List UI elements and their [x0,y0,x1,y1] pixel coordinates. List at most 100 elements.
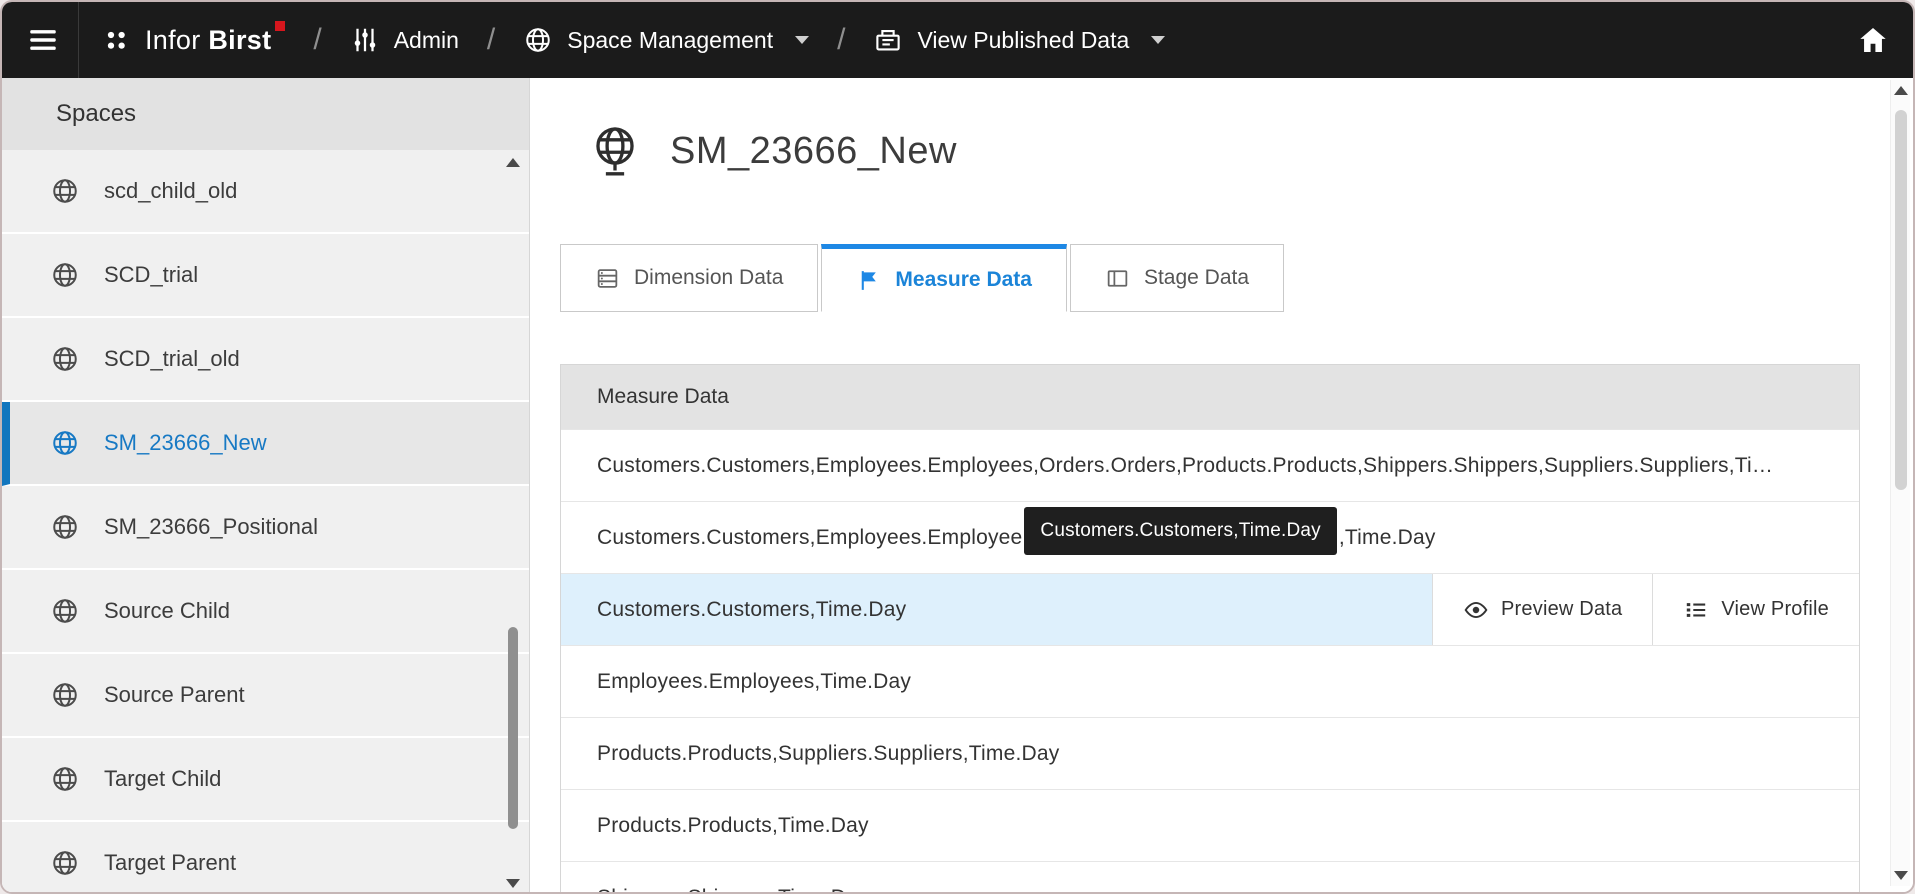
space-name: Target Parent [104,850,237,875]
globe-icon [50,680,80,710]
row-text: Products.Products,Time.Day [597,813,869,837]
sidebar-item-scd-trial-old[interactable]: SCD_trial_old [2,318,529,402]
tab-stage-data[interactable]: Stage Data [1069,244,1285,312]
breadcrumb-separator: / [313,23,322,56]
table-row[interactable]: Customers.Customers,Employees.Employee C… [561,501,1859,573]
sidebar-title: Spaces [2,78,529,150]
row-text: Customers.Customers,Time.Day [597,597,907,621]
topbar: Infor Birst / Admin / Space Management /… [2,2,1913,78]
sidebar-item-scd-trial[interactable]: SCD_trial [2,234,529,318]
space-management-label: Space Management [567,26,774,53]
sidebar-item-sm-23666-positional[interactable]: SM_23666_Positional [2,486,529,570]
tab-measure-data[interactable]: Measure Data [821,244,1067,312]
sidebar-item-scd-child-old[interactable]: scd_child_old [2,150,529,234]
globe-stand-icon [590,124,640,178]
logo-birst: Birst [208,24,272,55]
space-name: scd_child_old [104,178,238,203]
globe-icon [50,176,80,206]
space-name: SCD_trial [104,262,199,287]
globe-icon [50,260,80,290]
view-published-data-label: View Published Data [917,26,1130,53]
measure-data-table: Measure Data Customers.Customers,Employe… [560,364,1860,893]
sidebar-item-sm-23666-new[interactable]: SM_23666_New [2,402,529,486]
tab-dimension-data[interactable]: Dimension Data [560,244,819,312]
data-tabs: Dimension Data Measure Data Stage Data [560,244,1913,312]
scroll-up-arrow[interactable] [506,158,520,167]
tab-label: Dimension Data [634,266,784,289]
eye-icon [1463,597,1489,623]
view-published-data-dropdown[interactable]: View Published Data [873,25,1166,55]
sidebar-item-source-child[interactable]: Source Child [2,570,529,654]
space-name: Target Child [104,766,222,791]
row-actions: Preview Data View Profile [1432,574,1859,645]
hamburger-menu-icon[interactable] [26,23,60,57]
tooltip: Customers.Customers,Time.Day [1024,506,1337,555]
table-row[interactable]: Products.Products,Suppliers.Suppliers,Ti… [561,717,1859,789]
row-text: Shippers.Shippers,Time.Day [597,886,869,893]
globe-icon [50,848,80,878]
table-row[interactable]: Products.Products,Time.Day [561,789,1859,861]
sidebar-item-target-parent[interactable]: Target Parent [2,822,529,892]
scroll-down-arrow[interactable] [506,879,520,888]
flag-icon [856,268,881,293]
globe-icon [523,25,553,55]
view-profile-label: View Profile [1721,598,1829,620]
chevron-down-icon [795,36,810,44]
globe-icon [50,764,80,794]
page-title-block: SM_23666_New [590,124,1913,178]
space-name: SM_23666_New [104,430,267,455]
tab-label: Measure Data [895,268,1032,291]
main-scrollbar[interactable] [1890,80,1910,886]
row-text: Employees.Employees,Time.Day [597,669,912,693]
table-row-highlighted[interactable]: Customers.Customers,Time.Day Preview Dat… [561,573,1859,645]
space-name: SM_23666_Positional [104,514,319,539]
space-name: Source Parent [104,682,245,707]
table-row[interactable]: Employees.Employees,Time.Day [561,645,1859,717]
columns-icon [1105,266,1130,291]
sidebar-item-source-parent[interactable]: Source Parent [2,654,529,738]
home-icon[interactable] [1857,24,1889,56]
server-icon [595,266,620,291]
table-header: Measure Data [561,365,1859,429]
sidebar-item-target-child[interactable]: Target Child [2,738,529,822]
app-window: Infor Birst / Admin / Space Management /… [0,0,1915,894]
logo-infor: Infor [145,24,201,55]
page-title: SM_23666_New [670,129,957,172]
breadcrumb-admin[interactable]: Admin [350,25,459,55]
tab-label: Stage Data [1143,266,1250,289]
spaces-list: scd_child_old SCD_trial SCD_trial_old SM… [2,150,529,892]
logo-red-square [275,20,286,31]
breadcrumb-separator: / [486,23,496,56]
breadcrumb-separator: / [837,23,846,56]
row-text-left: Customers.Customers,Employees.Employee [597,525,1023,549]
scrollbar-thumb[interactable] [508,627,518,829]
list-icon [1683,597,1709,623]
chevron-down-icon [1151,36,1166,44]
sliders-icon [350,25,380,55]
scroll-up-arrow[interactable] [1894,86,1908,95]
space-management-dropdown[interactable]: Space Management [523,25,810,55]
table-row[interactable]: Shippers.Shippers,Time.Day [561,861,1859,893]
app-grid-icon[interactable] [101,25,131,55]
globe-icon [50,512,80,542]
scroll-down-arrow[interactable] [1894,871,1908,880]
globe-icon [50,344,80,374]
preview-data-label: Preview Data [1501,598,1623,620]
sidebar-scrollbar[interactable] [505,150,521,892]
infor-birst-logo[interactable]: Infor Birst [145,20,286,56]
globe-icon [50,596,80,626]
row-text: Products.Products,Suppliers.Suppliers,Ti… [597,741,1060,765]
view-profile-button[interactable]: View Profile [1653,574,1859,645]
preview-data-button[interactable]: Preview Data [1433,574,1652,645]
published-data-icon [873,25,903,55]
main-content: SM_23666_New Dimension Data Measure Data… [529,78,1913,893]
spaces-sidebar: Spaces scd_child_old SCD_trial SCD_trial… [2,78,529,892]
row-text-right: ,Time.Day [1338,525,1436,549]
admin-label: Admin [393,26,459,53]
scrollbar-thumb[interactable] [1895,110,1907,490]
space-name: SCD_trial_old [104,346,240,371]
globe-icon [50,428,80,458]
table-row[interactable]: Customers.Customers,Employees.Employees,… [561,429,1859,501]
space-name: Source Child [104,598,230,623]
row-text: Customers.Customers,Employees.Employees,… [597,453,1774,477]
